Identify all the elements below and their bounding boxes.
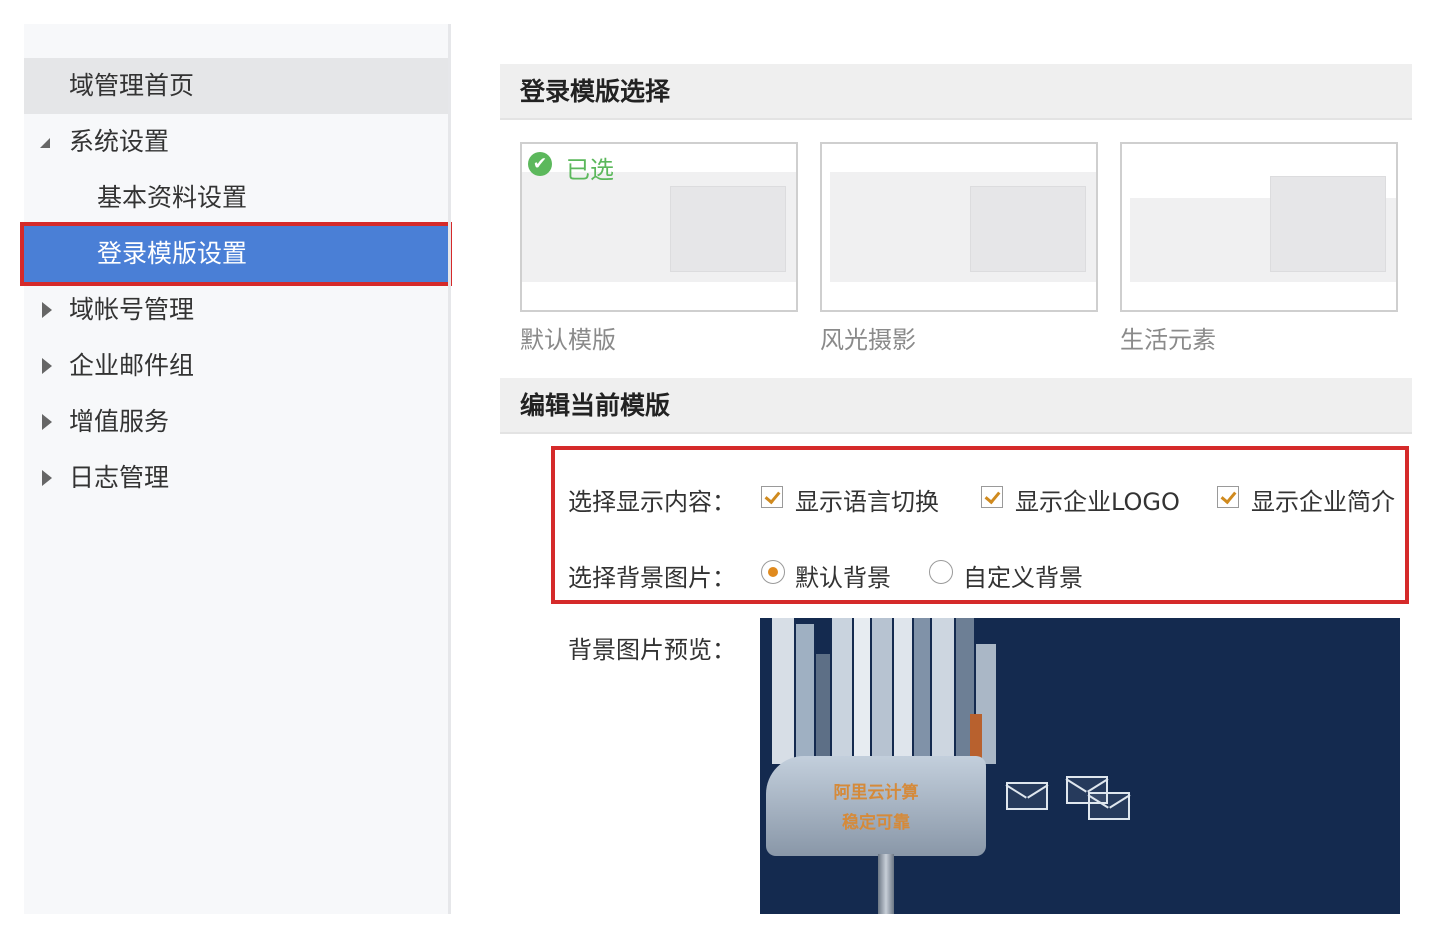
sidebar-item-mail-groups[interactable]: 企业邮件组	[24, 338, 448, 394]
sidebar-item-label: 基本资料设置	[97, 183, 248, 212]
option-label: 默认背景	[795, 564, 891, 592]
radio-default-background[interactable]	[761, 560, 785, 584]
template-card-life[interactable]	[1120, 142, 1398, 312]
building-shape	[816, 654, 830, 764]
checkbox-language-switch[interactable]	[761, 486, 783, 508]
sidebar-item-value-added[interactable]: 增值服务	[24, 394, 448, 450]
sidebar-item-label: 域帐号管理	[69, 295, 195, 324]
sidebar-item-basic-info[interactable]: 基本资料设置	[24, 170, 448, 226]
sidebar-item-domain-accounts[interactable]: 域帐号管理	[24, 282, 448, 338]
building-shape	[932, 618, 954, 764]
sidebar-divider	[448, 24, 451, 914]
option-label: 显示企业LOGO	[1015, 488, 1180, 516]
display-options-panel: 选择显示内容： 显示语言切换 显示企业LOGO 显示企业简介 选择背景图片： 默…	[551, 446, 1409, 604]
check-circle-icon: ✔	[528, 152, 552, 176]
template-card-scenery[interactable]	[820, 142, 1098, 312]
template-name: 默认模版	[520, 326, 616, 354]
radio-custom-background[interactable]	[929, 560, 953, 584]
display-content-label: 选择显示内容：	[568, 488, 736, 516]
sidebar-item-label: 日志管理	[69, 463, 170, 492]
building-shape	[832, 618, 852, 764]
sidebar-item-label: 增值服务	[69, 407, 170, 436]
template-name: 风光摄影	[820, 326, 916, 354]
sidebar-item-home[interactable]: 域管理首页	[24, 58, 448, 114]
sidebar: 域管理首页 系统设置 基本资料设置 登录模版设置 域帐号管理 企业邮件组 增值服…	[20, 24, 452, 914]
template-thumbnail-box	[1270, 176, 1386, 272]
building-shape	[894, 618, 912, 764]
section-title: 登录模版选择	[520, 77, 671, 106]
caret-right-icon	[42, 358, 52, 374]
sidebar-item-logs[interactable]: 日志管理	[24, 450, 448, 506]
envelope-icon	[1088, 792, 1130, 820]
building-shape	[772, 618, 794, 764]
caret-right-icon	[42, 302, 52, 318]
caret-right-icon	[42, 414, 52, 430]
sidebar-item-label: 系统设置	[69, 127, 170, 156]
mailbox-post	[878, 854, 894, 914]
building-shape	[872, 618, 892, 764]
option-label: 显示语言切换	[795, 488, 939, 516]
template-name: 生活元素	[1120, 326, 1216, 354]
template-section-header: 登录模版选择	[500, 64, 1412, 120]
template-thumbnail-box	[670, 186, 786, 272]
option-label: 显示企业简介	[1251, 488, 1395, 516]
sidebar-item-label: 企业邮件组	[69, 351, 195, 380]
sidebar-item-login-template[interactable]: 登录模版设置	[20, 222, 452, 286]
template-thumbnail-box	[970, 186, 1086, 272]
checkbox-company-intro[interactable]	[1217, 486, 1239, 508]
sidebar-item-system-settings[interactable]: 系统设置	[24, 114, 448, 170]
sidebar-item-label: 域管理首页	[69, 71, 195, 100]
preview-text-line1: 阿里云计算	[833, 783, 919, 803]
background-image-label: 选择背景图片：	[568, 564, 736, 592]
mailbox-shape: 阿里云计算 稳定可靠	[766, 756, 986, 856]
caret-down-icon	[40, 138, 50, 148]
background-preview-image: 阿里云计算 稳定可靠	[760, 618, 1400, 914]
building-shape	[854, 618, 870, 764]
checkbox-company-logo[interactable]	[981, 486, 1003, 508]
sidebar-item-label: 登录模版设置	[97, 239, 248, 268]
caret-right-icon	[42, 470, 52, 486]
preview-label: 背景图片预览：	[568, 636, 736, 664]
envelope-icon	[1006, 782, 1048, 810]
edit-section-header: 编辑当前模版	[500, 378, 1412, 434]
section-title: 编辑当前模版	[520, 391, 671, 420]
building-shape	[796, 624, 814, 764]
preview-text-line2: 稳定可靠	[842, 813, 910, 833]
template-card-default[interactable]: ✔ 已选	[520, 142, 798, 312]
selected-label: 已选	[566, 156, 614, 184]
building-shape	[914, 618, 930, 764]
option-label: 自定义背景	[963, 564, 1083, 592]
